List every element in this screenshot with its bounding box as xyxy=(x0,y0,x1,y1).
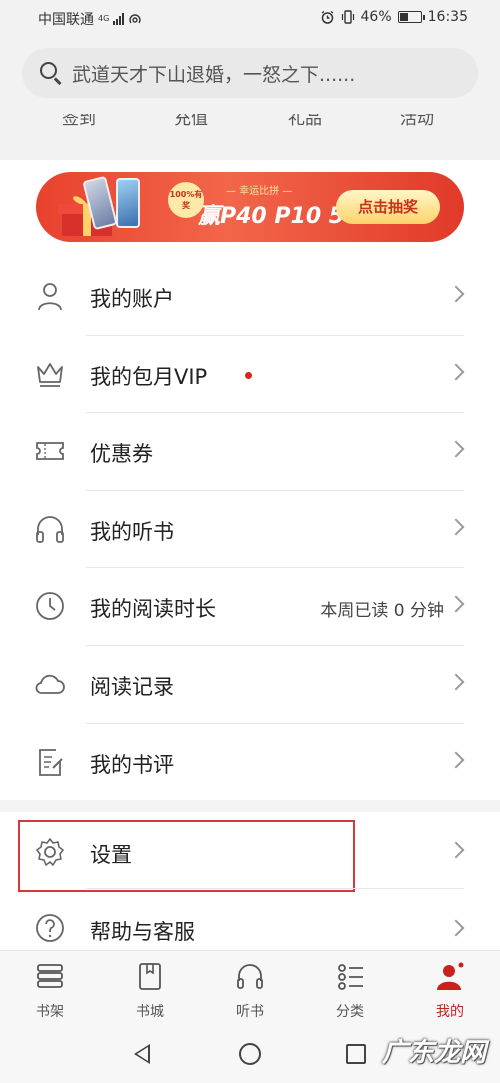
clock-icon xyxy=(36,592,64,621)
quick-entry-item[interactable]: 充值 xyxy=(174,114,208,129)
promo-banner[interactable]: 100%有奖 — 幸运比拼 — 赢P40 P10 5G 点击抽奖 xyxy=(36,172,464,242)
signal-icon xyxy=(113,13,125,25)
menu-item-reading-time[interactable]: 我的阅读时长 本周已读 0 分钟 xyxy=(0,568,500,646)
home-icon[interactable] xyxy=(239,1043,261,1065)
chevron-right-icon xyxy=(447,841,465,859)
menu-list: 我的账户 我的包月VIP 优惠券 我的听书 我的阅读时长 本周已读 0 分钟 阅… xyxy=(0,258,500,801)
status-bar: 中国联通 4G 46% 16:35 xyxy=(0,0,500,34)
system-nav-bar: 广东龙网 xyxy=(0,1022,500,1083)
network-type: 4G xyxy=(98,14,110,23)
menu-item-account[interactable]: 我的账户 xyxy=(0,258,500,336)
quick-entry-item[interactable]: 签到 xyxy=(62,114,96,129)
user-icon xyxy=(38,283,62,311)
divider xyxy=(86,888,464,889)
quick-entry-row: 签到 充值 礼品 活动 xyxy=(0,114,500,134)
chevron-right-icon xyxy=(447,440,465,458)
quick-entry-item[interactable]: 礼品 xyxy=(288,114,322,129)
menu-item-label: 阅读记录 xyxy=(90,674,174,699)
profile-icon xyxy=(437,961,465,990)
banner-subtitle: — 幸运比拼 — xyxy=(226,186,293,197)
tab-bookshelf[interactable]: 书架 xyxy=(20,961,80,1021)
chevron-right-icon xyxy=(447,285,465,303)
reading-time-value: 本周已读 0 分钟 xyxy=(320,601,444,622)
battery-icon xyxy=(397,11,425,23)
quick-entry-item[interactable]: 活动 xyxy=(400,114,434,129)
crown-icon xyxy=(37,362,63,387)
category-icon xyxy=(338,964,363,990)
tab-category[interactable]: 分类 xyxy=(320,961,380,1021)
tab-label: 听书 xyxy=(236,1004,264,1020)
tab-label: 分类 xyxy=(336,1004,364,1020)
menu-item-label: 我的账户 xyxy=(90,287,174,311)
tab-label: 书城 xyxy=(136,1004,164,1020)
section-spacer xyxy=(0,800,500,812)
chevron-right-icon xyxy=(447,363,465,381)
search-icon xyxy=(36,58,66,88)
vibrate-icon xyxy=(341,10,354,24)
cloud-icon xyxy=(35,674,65,694)
bottom-nav: 书架 书城 听书 分类 我的 xyxy=(0,950,500,1022)
wifi-hotspot-icon xyxy=(129,14,141,24)
menu-item-label: 我的包月VIP xyxy=(90,364,208,389)
battery-percent: 46% xyxy=(360,9,392,25)
chevron-right-icon xyxy=(447,595,465,613)
menu-item-reviews[interactable]: 我的书评 xyxy=(0,724,500,802)
back-icon[interactable] xyxy=(134,1044,150,1064)
bookshelf-icon xyxy=(37,964,63,988)
bookstore-icon xyxy=(139,963,161,990)
menu-item-label: 我的听书 xyxy=(90,519,174,544)
search-area: 武道天才下山退婚，一怒之下...... xyxy=(0,34,500,114)
tab-profile[interactable]: 我的 xyxy=(420,961,480,1021)
headphones-icon xyxy=(36,515,64,543)
menu-item-coupon[interactable]: 优惠券 xyxy=(0,413,500,491)
menu-item-help[interactable]: 帮助与客服 xyxy=(0,890,500,952)
menu-item-label: 帮助与客服 xyxy=(90,920,195,944)
tab-label: 书架 xyxy=(36,1004,64,1020)
menu-item-audiobooks[interactable]: 我的听书 xyxy=(0,491,500,569)
help-icon xyxy=(36,914,64,942)
tab-bookstore[interactable]: 书城 xyxy=(120,961,180,1021)
status-right: 46% 16:35 xyxy=(320,9,468,25)
menu-item-label: 优惠券 xyxy=(90,442,153,467)
phone-image xyxy=(116,178,140,228)
tab-label: 我的 xyxy=(436,1004,464,1020)
menu-item-label: 我的阅读时长 xyxy=(90,597,216,622)
section-spacer xyxy=(0,134,500,160)
review-icon xyxy=(39,748,63,776)
lottery-button[interactable]: 点击抽奖 xyxy=(336,190,440,224)
headphones-icon xyxy=(237,964,263,989)
chevron-right-icon xyxy=(447,751,465,769)
menu-item-reading-history[interactable]: 阅读记录 xyxy=(0,646,500,724)
chevron-right-icon xyxy=(447,518,465,536)
menu-item-settings[interactable]: 设置 xyxy=(0,812,500,892)
alarm-icon xyxy=(321,10,333,24)
search-placeholder: 武道天才下山退婚，一怒之下...... xyxy=(72,63,356,86)
menu-item-vip[interactable]: 我的包月VIP xyxy=(0,336,500,414)
chevron-right-icon xyxy=(447,673,465,691)
menu-item-label: 我的书评 xyxy=(90,752,174,777)
highlight-box xyxy=(18,820,355,892)
watermark: 广东龙网 xyxy=(381,1038,486,1068)
status-left: 中国联通 4G xyxy=(38,9,142,29)
clock-time: 16:35 xyxy=(427,9,468,25)
coupon-icon xyxy=(36,442,64,461)
carrier-label: 中国联通 xyxy=(38,12,94,28)
recent-apps-icon[interactable] xyxy=(346,1044,366,1064)
chevron-right-icon xyxy=(447,919,465,937)
notification-dot xyxy=(245,371,252,379)
tab-audiobooks[interactable]: 听书 xyxy=(220,961,280,1021)
search-input[interactable]: 武道天才下山退婚，一怒之下...... xyxy=(22,48,478,98)
